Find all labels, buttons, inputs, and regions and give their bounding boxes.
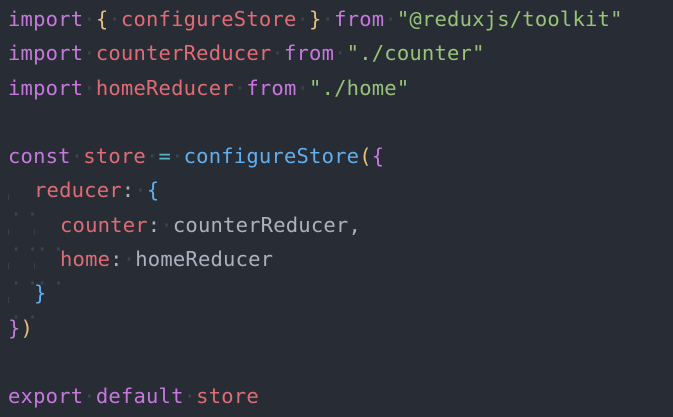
code-token: ,	[348, 212, 362, 237]
code-token: (	[359, 144, 372, 169]
code-token: {	[95, 7, 109, 31]
code-line-3[interactable]: import·homeReducer·from·"./home"	[8, 71, 673, 105]
code-line-12[interactable]: export·default·store	[8, 379, 673, 413]
code-token: configureStore	[120, 7, 297, 31]
code-line-11[interactable]	[8, 345, 673, 379]
code-token: ·	[83, 75, 96, 100]
code-token: ·	[334, 41, 347, 66]
code-token: homeReducer	[135, 247, 274, 272]
code-token: counter	[60, 212, 148, 237]
code-token: ·	[83, 41, 96, 66]
code-token: )	[20, 315, 34, 340]
code-token: configureStore	[183, 144, 360, 169]
code-token: from	[334, 7, 385, 31]
code-token: "@reduxjs/toolkit"	[396, 7, 623, 31]
code-token: "./home"	[309, 75, 410, 100]
code-line-5[interactable]: const·store·=·configureStore({	[8, 139, 673, 173]
code-token: export	[8, 384, 84, 409]
code-line-10[interactable]: })	[8, 311, 673, 345]
code-line-2[interactable]: import·counterReducer·from·"./counter"	[8, 36, 673, 70]
code-token: =	[158, 144, 172, 169]
code-token: ·	[183, 384, 197, 409]
code-token: ·	[108, 7, 121, 31]
code-token: import	[8, 41, 84, 66]
code-token: store	[83, 144, 146, 169]
code-token: {	[146, 178, 160, 203]
code-line-9[interactable]: }	[8, 276, 673, 335]
code-token: ·	[122, 247, 136, 272]
code-token: ·	[384, 7, 397, 31]
code-token: }	[8, 315, 21, 340]
code-token: import	[8, 75, 84, 100]
code-token: ·	[134, 178, 147, 203]
code-token: ·	[171, 144, 184, 169]
code-line-6[interactable]: reducer:·{	[8, 173, 673, 232]
code-token: ·	[70, 144, 84, 169]
code-token: ·	[296, 7, 310, 31]
code-token: "./counter"	[346, 41, 485, 66]
code-token: :	[110, 247, 123, 272]
code-token: from	[246, 75, 297, 100]
code-token: import	[8, 7, 84, 31]
code-line-7[interactable]: counter:·counterReducer,	[8, 208, 673, 266]
code-token: :	[121, 178, 135, 203]
code-line-4[interactable]	[8, 105, 673, 139]
code-token: const	[8, 144, 71, 169]
code-token: :	[147, 212, 161, 237]
code-token: ·	[271, 41, 284, 66]
code-token: counterReducer	[95, 41, 272, 66]
code-token: ·	[321, 7, 335, 31]
code-token: default	[95, 384, 184, 409]
code-token: {	[371, 144, 385, 169]
code-token: homeReducer	[95, 75, 234, 100]
code-token: reducer	[34, 178, 122, 203]
code-token: }	[309, 7, 322, 31]
code-token: ·	[83, 7, 96, 31]
code-token: ·	[160, 212, 173, 237]
code-token: ·	[145, 144, 159, 169]
code-token: from	[283, 41, 335, 66]
code-token: store	[196, 384, 259, 409]
code-line-1[interactable]: import·{·configureStore·}·from·"@reduxjs…	[8, 2, 673, 36]
code-token: ·	[296, 75, 310, 100]
code-line-8[interactable]: home:·homeReducer	[8, 242, 673, 300]
code-token: ·	[83, 384, 96, 409]
code-token: ·	[233, 75, 247, 100]
code-token: counterReducer	[172, 212, 349, 237]
code-editor[interactable]: import·{·configureStore·}·from·"@reduxjs…	[0, 0, 673, 417]
